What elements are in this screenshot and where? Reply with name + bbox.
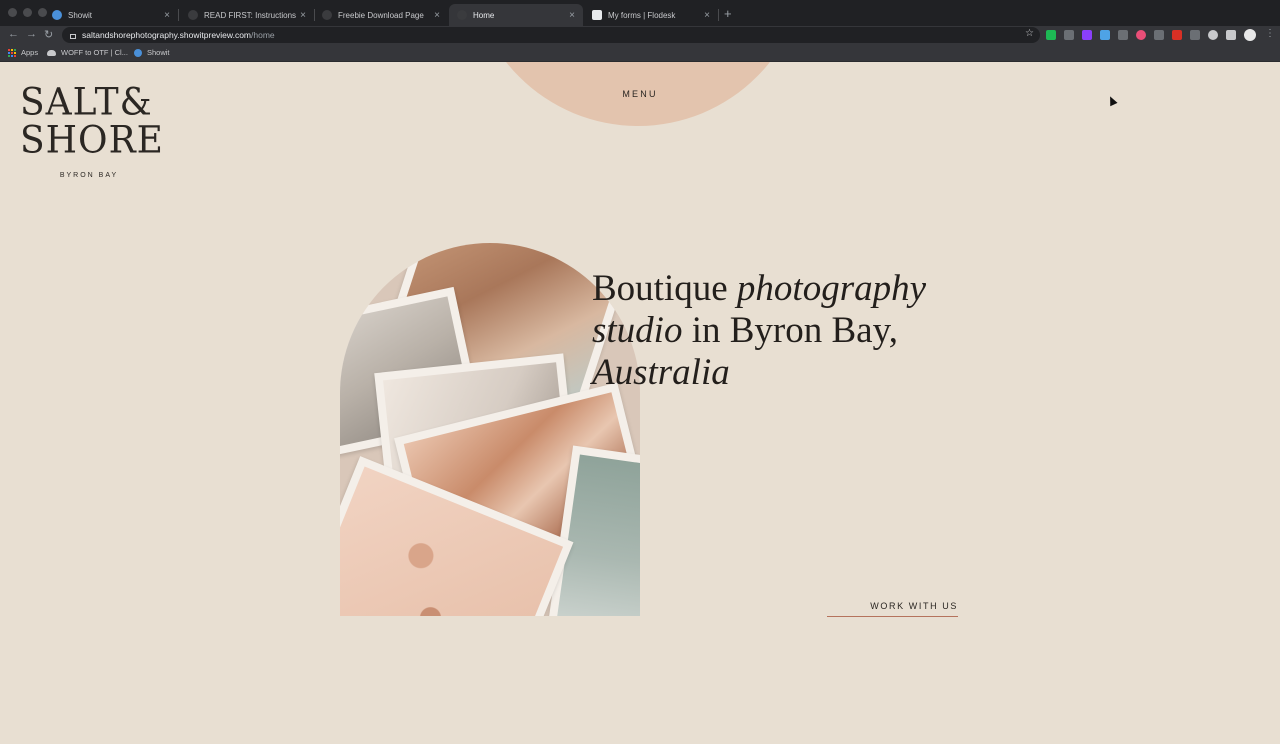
tab-freebie-download[interactable]: Freebie Download Page × bbox=[314, 4, 448, 26]
tab-bar: Showit × READ FIRST: Instructions × Free… bbox=[0, 0, 1280, 26]
url-path: /home bbox=[251, 30, 275, 40]
extension-icon[interactable] bbox=[1208, 30, 1218, 40]
extension-icon[interactable] bbox=[1172, 30, 1182, 40]
website-page: MENU SALT& SHORE BYRON BAY Boutique phot… bbox=[0, 62, 1280, 744]
mouse-cursor-icon bbox=[1106, 94, 1118, 107]
window-controls bbox=[8, 8, 47, 17]
minimize-window-icon[interactable] bbox=[23, 8, 32, 17]
tab-home[interactable]: Home × bbox=[449, 4, 583, 26]
back-arrow-icon[interactable]: ← bbox=[8, 28, 19, 40]
tab-close-icon[interactable]: × bbox=[164, 10, 170, 21]
headline-text: in Byron Bay, bbox=[682, 310, 898, 351]
bookmark-showit[interactable]: Showit bbox=[134, 48, 170, 57]
tab-close-icon[interactable]: × bbox=[569, 10, 575, 21]
tab-separator bbox=[178, 9, 179, 21]
cloud-icon bbox=[47, 49, 56, 56]
reload-icon[interactable]: ↻ bbox=[44, 28, 53, 41]
headline-italic-text: studio bbox=[592, 310, 683, 351]
site-logo[interactable]: SALT& SHORE BYRON BAY bbox=[20, 80, 164, 179]
forward-arrow-icon[interactable]: → bbox=[26, 28, 37, 40]
lock-icon[interactable] bbox=[70, 33, 76, 39]
extension-icon[interactable] bbox=[1082, 30, 1092, 40]
loading-favicon-icon bbox=[457, 10, 467, 20]
hero-headline: Boutique photography studio in Byron Bay… bbox=[592, 268, 952, 394]
headline-italic-text: photography bbox=[736, 268, 927, 309]
url-text[interactable]: saltandshorephotography.showitpreview.co… bbox=[82, 30, 275, 40]
new-tab-button[interactable]: + bbox=[724, 6, 732, 21]
menu-button[interactable]: MENU bbox=[590, 89, 690, 99]
logo-location: BYRON BAY bbox=[59, 172, 119, 179]
cta-underline bbox=[827, 616, 958, 617]
extension-icon[interactable] bbox=[1046, 30, 1056, 40]
bookmark-label: WOFF to OTF | Cl... bbox=[61, 48, 128, 57]
url-host: saltandshorephotography.showitpreview.co… bbox=[82, 30, 251, 40]
tab-title: READ FIRST: Instructions bbox=[204, 10, 297, 20]
extension-icon[interactable] bbox=[1154, 30, 1164, 40]
browser-menu-icon[interactable]: ⋮ bbox=[1265, 28, 1275, 39]
browser-toolbar: ← → ↻ saltandshorephotography.showitprev… bbox=[0, 26, 1280, 44]
tab-separator bbox=[718, 9, 719, 21]
extension-icon[interactable] bbox=[1190, 30, 1200, 40]
tab-title: Home bbox=[473, 10, 495, 20]
cta-label: WORK WITH US bbox=[870, 601, 958, 611]
tab-flodesk[interactable]: My forms | Flodesk × bbox=[584, 4, 719, 26]
work-with-us-button[interactable]: WORK WITH US bbox=[827, 599, 958, 617]
tab-title: Showit bbox=[68, 10, 93, 20]
tab-showit[interactable]: Showit × bbox=[44, 4, 179, 26]
logo-line-salt: SALT& bbox=[20, 80, 153, 124]
logo-line-shore: SHORE bbox=[20, 118, 164, 162]
address-bar[interactable]: saltandshorephotography.showitpreview.co… bbox=[62, 27, 1040, 43]
apps-grid-icon bbox=[8, 48, 16, 57]
headline-text: Boutique bbox=[592, 268, 737, 309]
profile-avatar[interactable] bbox=[1244, 29, 1256, 41]
bookmark-star-icon[interactable]: ☆ bbox=[1025, 28, 1034, 39]
showit-favicon-icon bbox=[52, 10, 62, 20]
puzzle-extensions-icon[interactable] bbox=[1226, 30, 1236, 40]
extension-icon[interactable] bbox=[1118, 30, 1128, 40]
bookmarks-bar: Apps WOFF to OTF | Cl... Showit bbox=[0, 44, 1280, 62]
extension-icon[interactable] bbox=[1064, 30, 1074, 40]
browser-window: Showit × READ FIRST: Instructions × Free… bbox=[0, 0, 1280, 62]
tab-read-first[interactable]: READ FIRST: Instructions × bbox=[180, 4, 315, 26]
tab-title: Freebie Download Page bbox=[338, 10, 424, 20]
headline-italic-text: Australia bbox=[592, 352, 730, 393]
tab-close-icon[interactable]: × bbox=[704, 10, 710, 21]
bookmark-label: Showit bbox=[147, 48, 170, 57]
extension-icon[interactable] bbox=[1136, 30, 1146, 40]
extension-icon[interactable] bbox=[1100, 30, 1110, 40]
tab-close-icon[interactable]: × bbox=[300, 10, 306, 21]
bookmark-apps[interactable]: Apps bbox=[8, 48, 38, 57]
showit-icon bbox=[134, 48, 142, 57]
close-window-icon[interactable] bbox=[8, 8, 17, 17]
loading-favicon-icon bbox=[188, 10, 198, 20]
bookmark-label: Apps bbox=[21, 48, 39, 57]
bookmark-woff-to-otf[interactable]: WOFF to OTF | Cl... bbox=[47, 48, 128, 57]
tab-title: My forms | Flodesk bbox=[608, 10, 676, 20]
loading-favicon-icon bbox=[322, 10, 332, 20]
tab-close-icon[interactable]: × bbox=[434, 10, 440, 21]
flodesk-favicon-icon bbox=[592, 10, 602, 20]
